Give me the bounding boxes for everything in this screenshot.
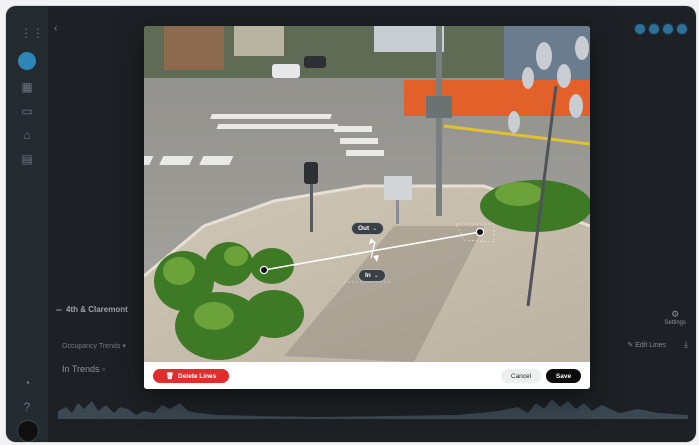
camera-view: [144, 26, 590, 362]
edit-lines-button[interactable]: ✎ Edit Lines: [627, 341, 666, 349]
direction-in-selector[interactable]: In ⌄: [358, 269, 386, 282]
occupancy-dropdown[interactable]: Occupancy Trends ▾: [62, 342, 126, 350]
app-window: ⋮⋮ ▦ ▭ ⌂ ▤ ◔ ? ‹ 4th & Claremont Occupan…: [6, 6, 696, 442]
trend-chart: [58, 399, 688, 419]
people-icon[interactable]: ⌂: [20, 128, 34, 142]
delete-lines-label: Delete Lines: [177, 372, 217, 380]
pencil-icon: ✎: [627, 342, 634, 349]
avatar[interactable]: [17, 420, 39, 442]
avatar[interactable]: [648, 23, 660, 35]
chevron-down-icon: ⌄: [372, 226, 378, 232]
bell-icon[interactable]: ◔: [20, 376, 34, 390]
direction-out-selector[interactable]: Out ⌄: [351, 222, 385, 235]
user-avatars[interactable]: [634, 23, 688, 35]
chevron-down-icon: ⌄: [373, 273, 379, 279]
direction-in-label: In: [365, 272, 371, 279]
trends-label: In Trends: [62, 364, 100, 374]
camera-title: 4th & Claremont: [56, 305, 128, 314]
settings-button[interactable]: ⚙ Settings: [664, 309, 686, 326]
chart-axis: · · · · · · · ·: [96, 417, 650, 423]
grid-icon[interactable]: ⋮⋮: [20, 26, 44, 40]
trash-icon: 🗑︎: [165, 373, 174, 380]
cancel-button[interactable]: Cancel: [501, 369, 541, 383]
avatar[interactable]: [662, 23, 674, 35]
camera-badge: [56, 308, 62, 311]
avatar[interactable]: [676, 23, 688, 35]
direction-out-label: Out: [358, 225, 370, 232]
occupancy-label: Occupancy Trends: [62, 343, 121, 350]
camera-icon[interactable]: ▦: [20, 80, 34, 94]
trends-heading: In Trends ◦: [62, 364, 106, 374]
camera-name: 4th & Claremont: [66, 305, 128, 314]
left-sidebar: ⋮⋮ ▦ ▭ ⌂ ▤ ◔ ?: [6, 6, 48, 442]
delete-lines-button[interactable]: 🗑︎ Delete Lines: [153, 369, 229, 383]
settings-label: Settings: [664, 320, 686, 326]
download-icon[interactable]: ⤓: [684, 339, 688, 350]
help-icon[interactable]: ?: [20, 400, 34, 414]
home-icon[interactable]: [18, 52, 36, 70]
back-arrow-icon[interactable]: ‹: [54, 23, 57, 34]
save-button[interactable]: Save: [546, 369, 581, 383]
calendar-icon[interactable]: ▭: [20, 104, 34, 118]
folder-icon[interactable]: ▤: [20, 152, 34, 166]
edit-lines-modal: Out ⌄ In ⌄ 🗑︎ Delete Lines Cancel Save: [144, 26, 590, 389]
modal-footer: 🗑︎ Delete Lines Cancel Save: [144, 362, 590, 389]
avatar[interactable]: [634, 23, 646, 35]
gear-icon: ⚙: [671, 309, 680, 319]
line-endpoint-handle: [475, 227, 485, 237]
line-endpoint-handle: [259, 265, 269, 275]
edit-lines-label: Edit Lines: [635, 342, 666, 349]
